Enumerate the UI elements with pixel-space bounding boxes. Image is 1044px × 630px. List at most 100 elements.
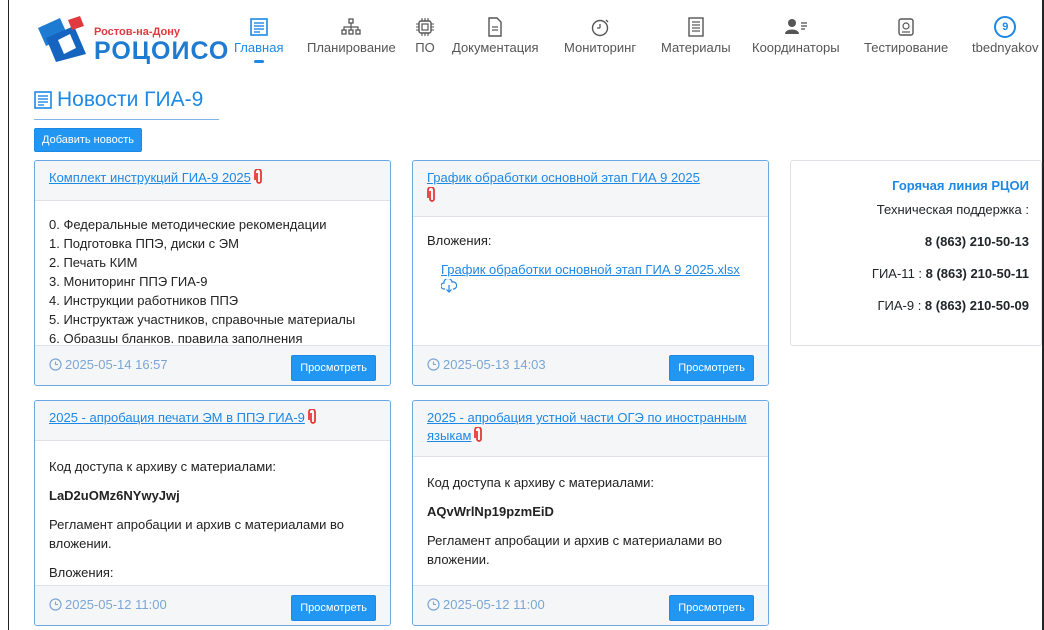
clock-icon	[49, 358, 62, 371]
card-footer: 2025-05-14 16:57 Просмотреть	[35, 345, 390, 385]
card-date-text: 2025-05-12 11:00	[65, 597, 167, 612]
attachments-label: Вложения:	[49, 565, 114, 580]
view-button[interactable]: Просмотреть	[669, 595, 754, 621]
card-date: 2025-05-13 14:03	[427, 357, 546, 372]
card-body: Вложения: График обработки основной этап…	[427, 231, 768, 341]
nav-software[interactable]: ПО	[415, 16, 435, 55]
card-footer: 2025-05-13 14:03 Просмотреть	[413, 345, 768, 385]
card-date-text: 2025-05-14 16:57	[65, 357, 168, 372]
card-line: 5. Инструктаж участников, справочные мат…	[49, 312, 356, 327]
hotline-panel: Горячая линия РЦОИ Техническая поддержка…	[790, 160, 1042, 346]
card-date-text: 2025-05-12 11:00	[443, 597, 545, 612]
user-name: tbednyakov	[972, 40, 1039, 55]
nav-testing[interactable]: Тестирование	[864, 16, 948, 55]
page-title: Новости ГИА-9	[34, 88, 203, 112]
cloud-download-icon[interactable]	[440, 277, 458, 293]
page-title-text: Новости ГИА-9	[57, 88, 204, 111]
user-badge: 9	[994, 16, 1017, 38]
view-button[interactable]: Просмотреть	[669, 355, 754, 381]
attachment-link[interactable]: График обработки основной этап ГИА 9 202…	[441, 262, 740, 277]
card-title-link[interactable]: График обработки основной этап ГИА 9 202…	[427, 170, 700, 185]
logo-brand: РОЦОИСО	[94, 37, 230, 65]
clock-icon	[427, 358, 440, 371]
gia9-label: ГИА-9 :	[877, 298, 925, 313]
test-icon	[898, 18, 914, 36]
card-body: Код доступа к архиву с материалами: LaD2…	[49, 457, 382, 583]
nav-label-software: ПО	[415, 40, 435, 55]
card-footer: 2025-05-12 11:00 Просмотреть	[413, 585, 768, 625]
chip-icon	[416, 18, 434, 36]
news-card: 2025 - апробация печати ЭМ в ППЭ ГИА-9 К…	[34, 400, 391, 626]
card-header: 2025 - апробация устной части ОГЭ по ино…	[413, 401, 768, 457]
view-button[interactable]: Просмотреть	[291, 355, 376, 381]
nav-coordinators[interactable]: Координаторы	[752, 16, 840, 55]
card-title-link[interactable]: 2025 - апробация печати ЭМ в ППЭ ГИА-9	[49, 410, 305, 425]
clock-icon	[49, 598, 62, 611]
nav-active-indicator	[253, 60, 264, 63]
card-footer: 2025-05-12 11:00 Просмотреть	[35, 585, 390, 625]
nav-label-testing: Тестирование	[864, 40, 949, 55]
materials-icon	[688, 17, 704, 37]
news-card: Комплект инструкций ГИА-9 2025 0. Федера…	[34, 160, 391, 386]
card-line: 2. Печать КИМ	[49, 255, 138, 270]
nav-planning[interactable]: Планирование	[307, 16, 396, 55]
support-phone: 8 (863) 210-50-13	[924, 234, 1029, 249]
card-date: 2025-05-14 16:57	[49, 357, 168, 372]
access-code: AQvWrlNp19pzmEiD	[427, 504, 554, 519]
card-line: 3. Мониторинг ППЭ ГИА-9	[49, 274, 208, 289]
logo-icon	[38, 16, 86, 62]
gia11-phone: 8 (863) 210-50-11	[925, 266, 1029, 281]
clock-icon	[427, 598, 440, 611]
card-body: Код доступа к архиву с материалами: AQvW…	[427, 473, 760, 583]
paperclip-icon	[474, 427, 483, 442]
gia9-line: ГИА-9 : 8 (863) 210-50-09	[791, 298, 1029, 313]
gia11-label: ГИА-11 :	[871, 266, 926, 281]
card-date-text: 2025-05-13 14:03	[443, 357, 546, 372]
attachments-label: Вложения:	[427, 233, 492, 248]
nav-label-monitoring: Мониторинг	[564, 40, 637, 55]
title-underline	[34, 119, 219, 120]
support-label: Техническая поддержка :	[876, 202, 1029, 217]
nav-documentation[interactable]: Документация	[452, 16, 539, 55]
nav-home[interactable]: Главная	[234, 16, 283, 63]
nav-label-materials: Материалы	[661, 40, 731, 55]
code-label: Код доступа к архиву с материалами:	[427, 475, 654, 490]
card-line: 4. Инструкции работников ППЭ	[49, 293, 239, 308]
news-icon	[249, 18, 268, 36]
document-icon	[488, 17, 502, 37]
sitemap-icon	[341, 18, 362, 35]
card-date: 2025-05-12 11:00	[427, 597, 545, 612]
news-card: График обработки основной этап ГИА 9 202…	[412, 160, 769, 386]
news-card: 2025 - апробация устной части ОГЭ по ино…	[412, 400, 769, 626]
nav-label-home: Главная	[234, 40, 284, 55]
card-title-link[interactable]: Комплект инструкций ГИА-9 2025	[49, 170, 251, 185]
gia9-phone: 8 (863) 210-50-09	[924, 298, 1029, 313]
view-button[interactable]: Просмотреть	[291, 595, 376, 621]
nav-monitoring[interactable]: Мониторинг	[564, 16, 636, 55]
nav-label-coordinators: Координаторы	[752, 40, 840, 55]
paperclip-icon	[307, 409, 316, 424]
card-body: 0. Федеральные методические рекомендации…	[49, 215, 382, 343]
users-icon	[784, 19, 807, 34]
add-news-button[interactable]: Добавить новость	[34, 128, 142, 152]
user-menu[interactable]: 9 tbednyakov	[972, 16, 1039, 55]
access-code: LaD2uOMz6NYwyJwj	[49, 488, 180, 503]
nav-label-planning: Планирование	[307, 40, 396, 55]
card-text: Регламент апробации и архив с материалам…	[427, 533, 723, 567]
card-line: 6. Образцы бланков, правила заполнения	[49, 331, 303, 343]
code-label: Код доступа к архиву с материалами:	[49, 459, 276, 474]
paperclip-icon	[253, 169, 262, 184]
card-header: Комплект инструкций ГИА-9 2025	[35, 161, 390, 201]
news-icon	[34, 91, 52, 109]
card-text: Регламент апробации и архив с материалам…	[49, 517, 345, 551]
gia11-line: ГИА-11 : 8 (863) 210-50-11	[791, 266, 1029, 281]
stopwatch-icon	[591, 19, 609, 37]
nav-materials[interactable]: Материалы	[661, 16, 731, 55]
card-header: 2025 - апробация печати ЭМ в ППЭ ГИА-9	[35, 401, 390, 441]
window-frame-left	[8, 0, 9, 630]
card-line: 0. Федеральные методические рекомендации	[49, 217, 327, 232]
card-header: График обработки основной этап ГИА 9 202…	[413, 161, 768, 217]
card-line: 1. Подготовка ППЭ, диски с ЭМ	[49, 236, 239, 251]
logo[interactable]: Ростов-на-Дону РОЦОИСО	[34, 10, 228, 68]
paperclip-icon	[427, 187, 435, 202]
